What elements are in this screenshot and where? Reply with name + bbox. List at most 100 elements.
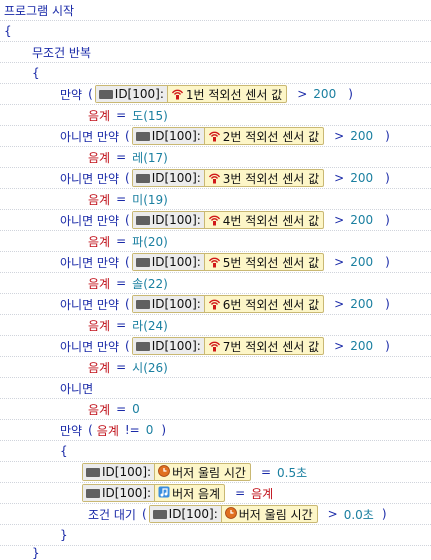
device-id: ID[100]: [102, 465, 152, 479]
device-chip: ID[100]: [132, 128, 205, 144]
device-chip: ID[100]: [83, 485, 156, 501]
assign-variable: 음계 [88, 318, 111, 333]
sensor-condition-line[interactable]: 아니면 만약 (ID[100]: 6번 적외선 센서 값 >200) [0, 294, 431, 315]
buzzer-note-line[interactable]: ID[100]: 버저 음계 = 음계 [0, 483, 431, 504]
assign-operator: = [116, 276, 127, 290]
open-brace: { [32, 66, 40, 80]
sensor-value-pill[interactable]: ID[100]: 7번 적외선 센서 값 [131, 337, 325, 355]
wait-line[interactable]: 조건 대기 ( ID[100]: 버저 울림 시간 > 0.0초 ) [0, 504, 431, 525]
controller-icon [135, 299, 150, 309]
assign-variable: 음계 [88, 108, 111, 123]
device-id: ID[100]: [102, 486, 152, 500]
threshold-value: 200 [350, 213, 374, 227]
sensor-value-pill[interactable]: ID[100]: 1번 적외선 센서 값 [94, 85, 288, 103]
condition-keyword: 아니면 만약 [60, 297, 120, 312]
condition-keyword: 만약 [60, 87, 83, 102]
buzzer-note-pill[interactable]: ID[100]: 버저 음계 [82, 484, 226, 502]
infrared-sensor-icon [208, 298, 221, 310]
device-id: ID[100]: [151, 171, 201, 185]
assign-variable: 음계 [88, 276, 111, 291]
device-id: ID[100]: [151, 255, 201, 269]
assign-operator: = [116, 318, 127, 332]
sensor-label: 6번 적외선 센서 값 [222, 297, 320, 312]
else-assign-line[interactable]: 음계 = 0 [0, 399, 431, 420]
timer-icon [224, 506, 237, 522]
device-id: ID[100]: [168, 507, 218, 521]
buzzer-note-label: 버저 음계 [172, 486, 221, 501]
note-value: 도(15) [132, 108, 168, 123]
if-close-brace-line: } [0, 525, 431, 546]
assign-operator: = [116, 108, 127, 122]
controller-icon [135, 173, 150, 183]
assign-variable: 음계 [88, 402, 111, 417]
note-assign-line[interactable]: 음계 = 시(26) [0, 357, 431, 378]
controller-icon [135, 257, 150, 267]
sensor-value-pill[interactable]: ID[100]: 6번 적외선 센서 값 [131, 295, 325, 313]
buzzer-note-value: 음계 [251, 486, 274, 501]
if-open-brace-line: { [0, 441, 431, 462]
sensor-value-pill[interactable]: ID[100]: 5번 적외선 센서 값 [131, 253, 325, 271]
sensor-value-pill[interactable]: ID[100]: 4번 적외선 센서 값 [131, 211, 325, 229]
close-paren: ) [385, 339, 390, 353]
sensor-value-pill[interactable]: ID[100]: 3번 적외선 센서 값 [131, 169, 325, 187]
sensor-value-pill[interactable]: ID[100]: 2번 적외선 센서 값 [131, 127, 325, 145]
note-assign-line[interactable]: 음계 = 라(24) [0, 315, 431, 336]
close-paren: ) [161, 423, 167, 437]
threshold-value: 200 [313, 87, 337, 101]
infrared-sensor-icon [208, 172, 221, 184]
sensor-condition-line[interactable]: 만약 (ID[100]: 1번 적외선 센서 값 >200) [0, 84, 431, 105]
condition-keyword: 아니면 만약 [60, 129, 120, 144]
device-chip: ID[100]: [132, 296, 205, 312]
loop-label: 무조건 반복 [32, 45, 92, 60]
sensor-label: 7번 적외선 센서 값 [222, 339, 320, 354]
assign-variable: 음계 [88, 192, 111, 207]
note-value: 시(26) [132, 360, 168, 375]
controller-icon [135, 131, 150, 141]
music-note-icon [158, 486, 170, 501]
assign-operator: = [260, 465, 272, 479]
note-value: 라(24) [132, 318, 168, 333]
note-assign-line[interactable]: 음계 = 미(19) [0, 189, 431, 210]
if-note-line[interactable]: 만약 ( 음계 != 0 ) [0, 420, 431, 441]
threshold-value: 200 [350, 297, 374, 311]
else-line[interactable]: 아니면 [0, 378, 431, 399]
condition-operator: > [334, 255, 345, 269]
close-brace: } [32, 545, 40, 560]
infrared-sensor-icon [208, 214, 221, 226]
note-value: 미(19) [132, 192, 168, 207]
open-paren: ( [125, 339, 130, 353]
condition-variable: 음계 [96, 423, 119, 438]
program-start-line[interactable]: 프로그램 시작 [0, 0, 431, 21]
assign-operator: = [116, 402, 127, 416]
condition-operator: > [334, 129, 345, 143]
note-assign-line[interactable]: 음계 = 도(15) [0, 105, 431, 126]
assign-variable: 음계 [88, 360, 111, 375]
buzzer-time-line[interactable]: ID[100]: 버저 울림 시간 = 0.5초 [0, 462, 431, 483]
condition-operator: > [327, 507, 338, 521]
condition-operator: > [334, 213, 345, 227]
sensor-condition-line[interactable]: 아니면 만약 (ID[100]: 7번 적외선 센서 값 >200) [0, 336, 431, 357]
note-assign-line[interactable]: 음계 = 파(20) [0, 231, 431, 252]
buzzer-time-pill[interactable]: ID[100]: 버저 울림 시간 [82, 463, 251, 481]
sensor-label: 2번 적외선 센서 값 [222, 129, 320, 144]
infrared-sensor-icon [208, 340, 221, 352]
device-id: ID[100]: [151, 339, 201, 353]
wait-pill[interactable]: ID[100]: 버저 울림 시간 [148, 505, 318, 523]
close-paren: ) [385, 255, 390, 269]
sensor-condition-line[interactable]: 아니면 만약 (ID[100]: 4번 적외선 센서 값 >200) [0, 210, 431, 231]
infrared-sensor-icon [208, 130, 221, 142]
sensor-label: 3번 적외선 센서 값 [222, 171, 320, 186]
sensor-condition-line[interactable]: 아니면 만약 (ID[100]: 5번 적외선 센서 값 >200) [0, 252, 431, 273]
loop-line[interactable]: 무조건 반복 [0, 42, 431, 63]
assign-operator: = [116, 234, 127, 248]
note-assign-line[interactable]: 음계 = 레(17) [0, 147, 431, 168]
sensor-condition-line[interactable]: 아니면 만약 (ID[100]: 3번 적외선 센서 값 >200) [0, 168, 431, 189]
sensor-condition-line[interactable]: 아니면 만약 (ID[100]: 2번 적외선 센서 값 >200) [0, 126, 431, 147]
controller-icon [86, 488, 100, 498]
wait-keyword: 조건 대기 [88, 507, 136, 522]
condition-operator: > [334, 297, 345, 311]
assign-operator: = [116, 150, 127, 164]
close-paren: ) [348, 87, 353, 101]
note-assign-line[interactable]: 음계 = 솔(22) [0, 273, 431, 294]
timer-icon [158, 464, 170, 480]
